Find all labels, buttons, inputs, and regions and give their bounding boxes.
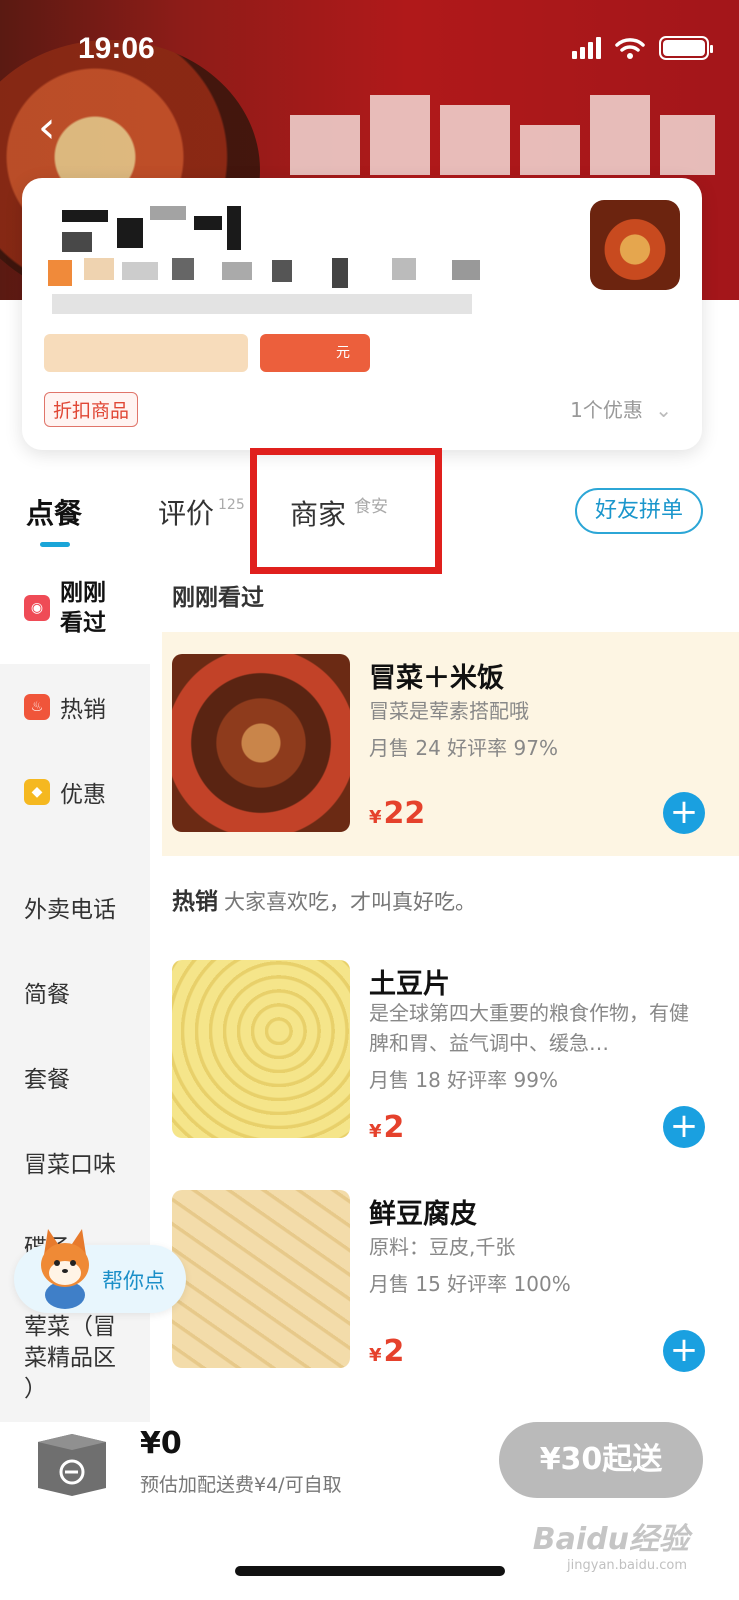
coupon-strip-redacted: [44, 334, 248, 372]
tab-review[interactable]: 评价 125: [158, 492, 245, 532]
price-value: 2: [383, 1334, 405, 1369]
sidebar-item-label: 简餐: [24, 982, 70, 1008]
help-order-bubble[interactable]: 帮你点: [14, 1229, 186, 1313]
section-hot-subtitle: 大家喜欢吃，才叫真好吃。: [224, 890, 476, 914]
currency-symbol: ¥: [369, 1345, 382, 1366]
price-value: 22: [383, 796, 426, 831]
section-hot-label: 热销: [172, 889, 218, 915]
sidebar-item-label: 优惠: [60, 782, 106, 808]
status-time: 19:06: [78, 32, 155, 65]
dish-image: [172, 654, 350, 832]
cart-total: ¥0: [140, 1426, 182, 1461]
sidebar-item-recent[interactable]: ◉ 刚刚 看过: [24, 578, 106, 638]
add-to-cart-button[interactable]: +: [663, 792, 705, 834]
battery-icon: [659, 36, 713, 60]
dish-price: ¥2: [369, 1334, 404, 1369]
dish-description: 原料：豆皮,千张: [369, 1235, 516, 1259]
help-order-label: 帮你点: [102, 1269, 165, 1293]
eye-icon: ◉: [24, 595, 50, 621]
sidebar-item-simple-meal[interactable]: 简餐: [24, 975, 70, 1009]
tag-icon: ◆: [24, 779, 50, 805]
sidebar-item-label: 外卖电话: [24, 897, 116, 923]
dish-description: 是全球第四大重要的粮食作物，有健脾和胃、益气调中、缓急…: [369, 1001, 689, 1055]
coupon-badge: 元: [260, 334, 370, 372]
dish-sales: 月售 24 好评率 97%: [369, 736, 558, 760]
list-item[interactable]: 冒菜＋米饭 冒菜是荤素搭配哦 月售 24 好评率 97% ¥22 +: [162, 632, 739, 856]
section-hot-title: 热销 大家喜欢吃，才叫真好吃。: [172, 882, 476, 916]
sidebar-item-phone[interactable]: 外卖电话: [24, 890, 116, 924]
review-count: 125: [218, 497, 245, 513]
tab-review-label: 评价: [158, 497, 215, 530]
tab-order[interactable]: 点餐: [26, 492, 83, 547]
dish-name: 冒菜＋米饭: [369, 663, 504, 694]
add-to-cart-button[interactable]: +: [663, 1330, 705, 1372]
dish-sales: 月售 18 好评率 99%: [369, 1068, 558, 1092]
dish-name: 土豆片: [369, 969, 450, 1000]
sidebar-item-label: 刚刚 看过: [60, 580, 106, 636]
dish-description: 冒菜是荤素搭配哦: [369, 699, 529, 723]
dish-image: [172, 960, 350, 1138]
dish-price: ¥22: [369, 796, 425, 831]
sidebar-item-meat[interactable]: 荤菜（冒 菜精品区 ）: [24, 1312, 116, 1405]
sidebar-item-label: 热销: [60, 697, 106, 723]
price-value: 2: [383, 1110, 405, 1145]
sidebar-item-combo[interactable]: 套餐: [24, 1060, 70, 1094]
back-arrow-icon[interactable]: ‹: [38, 106, 56, 150]
home-indicator[interactable]: [235, 1566, 505, 1576]
list-item[interactable]: 土豆片 是全球第四大重要的粮食作物，有健脾和胃、益气调中、缓急… 月售 18 好…: [162, 940, 739, 1160]
dish-price: ¥2: [369, 1110, 404, 1145]
discount-tag: 折扣商品: [44, 392, 139, 427]
annotation-highlight-box: [250, 448, 442, 574]
sidebar-item-label: 荤菜（冒 菜精品区 ）: [24, 1314, 116, 1402]
status-bar: 19:06: [0, 28, 739, 68]
currency-symbol: ¥: [369, 807, 382, 828]
baidu-watermark: Baidu经验: [532, 1522, 689, 1557]
dish-sales: 月售 15 好评率 100%: [369, 1272, 571, 1296]
coupon-dropdown[interactable]: 1个优惠 ⌄: [570, 394, 672, 423]
cart-bar: ¥0 预估加配送费¥4/可自取 ¥30起送 Baidu经验 jingyan.ba…: [0, 1422, 739, 1600]
add-to-cart-button[interactable]: +: [663, 1106, 705, 1148]
sidebar-item-label: 冒菜口味: [24, 1152, 116, 1178]
shiba-mascot-icon: [41, 1229, 89, 1309]
baidu-watermark-url: jingyan.baidu.com: [567, 1558, 687, 1573]
sidebar-item-hot[interactable]: ♨ 热销: [24, 690, 106, 724]
cellular-signal-icon: [572, 37, 601, 59]
banner-pixelated-title: [290, 95, 720, 190]
store-info-card: 元 折扣商品 1个优惠 ⌄: [22, 178, 702, 450]
section-recent-title: 刚刚看过: [172, 585, 264, 611]
fire-icon: ♨: [24, 694, 50, 720]
min-order-button[interactable]: ¥30起送: [499, 1422, 703, 1498]
currency-symbol: ¥: [369, 1121, 382, 1142]
dish-name: 鲜豆腐皮: [369, 1199, 477, 1230]
active-tab-indicator: [40, 542, 70, 547]
cart-box-icon[interactable]: [32, 1428, 112, 1498]
sidebar-item-discount[interactable]: ◆ 优惠: [24, 775, 106, 809]
store-thumbnail: [590, 200, 680, 290]
dish-image: [172, 1190, 350, 1368]
delivery-fee-text: 预估加配送费¥4/可自取: [140, 1474, 342, 1496]
group-order-button[interactable]: 好友拼单: [575, 488, 703, 534]
chevron-down-icon: ⌄: [655, 398, 672, 422]
sidebar-item-flavor[interactable]: 冒菜口味: [24, 1145, 116, 1179]
wifi-icon: [615, 38, 645, 59]
list-item[interactable]: 鲜豆腐皮 原料：豆皮,千张 月售 15 好评率 100% ¥2 +: [162, 1170, 739, 1390]
coupon-count: 1个优惠: [570, 398, 643, 422]
sidebar-item-label: 套餐: [24, 1067, 70, 1093]
tab-order-label: 点餐: [26, 497, 83, 530]
coupon-unit: 元: [336, 345, 350, 361]
